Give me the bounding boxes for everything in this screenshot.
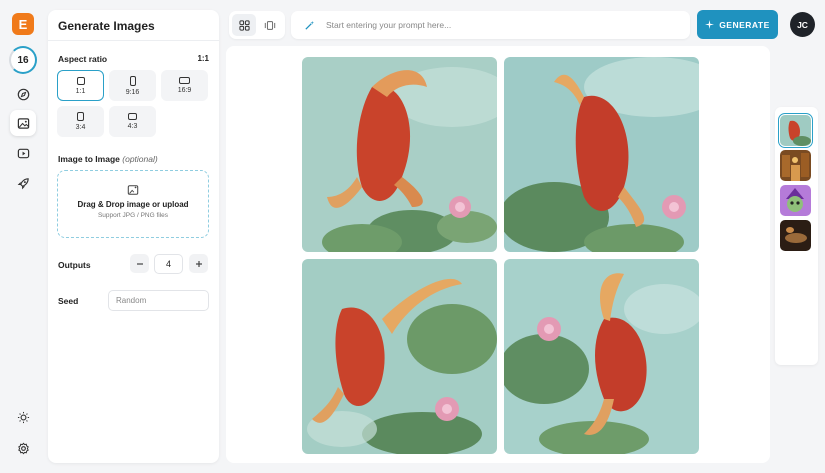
ratio-option-1-1[interactable]: 1:1	[57, 70, 104, 101]
ratio-option-4-3[interactable]: 4:3	[109, 106, 156, 137]
minus-icon	[136, 262, 143, 265]
video-icon	[17, 148, 29, 158]
outputs-increment-button[interactable]	[189, 254, 208, 273]
ratio-label: 16:9	[177, 87, 192, 94]
image-icon	[17, 117, 29, 129]
explore-nav-button[interactable]	[10, 81, 36, 107]
outputs-label: Outputs	[58, 260, 91, 270]
history-thumb-4[interactable]	[780, 220, 811, 251]
optional-hint: (optional)	[122, 154, 158, 164]
city-street-thumb	[780, 150, 811, 181]
aspect-ratio-value: 1:1	[197, 54, 209, 63]
landscape-shape-icon	[128, 113, 137, 120]
dropzone-title: Drag & Drop image or upload	[77, 200, 189, 209]
prompt-placeholder: Start entering your prompt here...	[326, 20, 452, 30]
dropzone-subtitle: Support JPG / PNG files	[97, 212, 169, 219]
generated-image-3[interactable]	[302, 259, 497, 454]
credits-counter[interactable]: 16	[9, 46, 37, 74]
image-to-image-label: Image to Image (optional)	[58, 154, 158, 164]
video-nav-button[interactable]	[10, 140, 36, 166]
landscape-shape-icon	[179, 77, 190, 84]
image-canvas	[226, 46, 770, 463]
generate-label: GENERATE	[719, 19, 770, 30]
left-rail: E 16	[0, 0, 46, 473]
seed-input[interactable]: Random	[108, 290, 209, 311]
magic-wand-icon	[304, 20, 314, 30]
generated-image-2[interactable]	[504, 57, 699, 252]
view-mode-toggle	[229, 11, 285, 39]
grid-icon	[238, 19, 250, 31]
square-shape-icon	[76, 76, 85, 85]
image-upload-dropzone[interactable]: Drag & Drop image or upload Support JPG …	[57, 170, 209, 238]
history-thumb-1[interactable]	[778, 113, 813, 148]
magic-wand-button[interactable]	[300, 16, 318, 34]
koi-fish-image	[302, 259, 497, 454]
compass-icon	[17, 88, 29, 100]
user-avatar[interactable]: JC	[790, 12, 815, 37]
generated-image-1[interactable]	[302, 57, 497, 252]
generate-button[interactable]: GENERATE	[697, 10, 778, 39]
koi-thumb	[780, 115, 811, 146]
grid-view-button[interactable]	[232, 14, 256, 36]
images-nav-button[interactable]	[10, 110, 36, 136]
seed-label: Seed	[58, 296, 79, 306]
portrait-shape-icon	[77, 112, 84, 121]
carousel-view-button[interactable]	[258, 14, 282, 36]
ratio-label: 9:16	[125, 88, 140, 96]
divider	[48, 40, 219, 41]
ratio-label: 3:4	[75, 124, 86, 131]
ratio-label: 1:1	[75, 87, 86, 95]
history-sidebar	[775, 107, 818, 365]
ratio-label: 4:3	[127, 123, 138, 130]
theme-toggle-button[interactable]	[10, 404, 36, 430]
sun-icon	[17, 411, 29, 423]
koi-fish-image	[504, 259, 699, 454]
panel-title: Generate Images	[58, 19, 155, 33]
rocket-icon	[17, 177, 29, 189]
history-thumb-3[interactable]	[780, 185, 811, 216]
launch-nav-button[interactable]	[10, 170, 36, 196]
portrait-shape-icon	[129, 75, 136, 86]
prompt-input[interactable]: Start entering your prompt here...	[291, 11, 690, 39]
sparkle-icon	[705, 20, 715, 29]
plus-icon	[195, 260, 202, 267]
outputs-decrement-button[interactable]	[130, 254, 149, 273]
outputs-value[interactable]: 4	[154, 254, 183, 274]
aspect-ratio-label: Aspect ratio	[58, 54, 108, 64]
carousel-icon	[264, 20, 276, 30]
purple-creature-thumb	[780, 185, 811, 216]
koi-fish-image	[504, 57, 699, 252]
ratio-option-9-16[interactable]: 9:16	[109, 70, 156, 101]
history-thumb-2[interactable]	[780, 150, 811, 181]
gear-icon	[17, 442, 29, 454]
koi-fish-image	[302, 57, 497, 252]
generate-settings-panel: Generate Images Aspect ratio 1:1 1:1 9:1…	[48, 10, 219, 463]
dark-scene-thumb	[780, 220, 811, 251]
settings-button[interactable]	[10, 435, 36, 461]
generated-image-4[interactable]	[504, 259, 699, 454]
ratio-option-16-9[interactable]: 16:9	[161, 70, 208, 101]
app-logo[interactable]: E	[12, 13, 34, 35]
upload-image-icon	[127, 185, 139, 195]
ratio-option-3-4[interactable]: 3:4	[57, 106, 104, 137]
